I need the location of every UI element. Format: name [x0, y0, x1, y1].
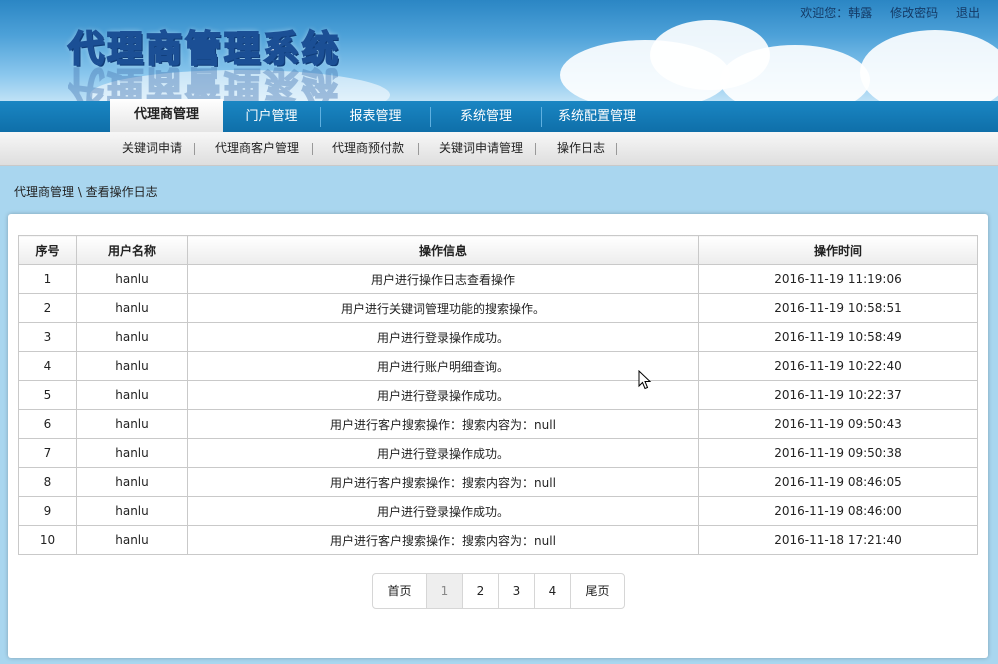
cell-time: 2016-11-19 11:19:06 — [698, 264, 978, 294]
cell-index: 7 — [18, 438, 77, 468]
cell-index: 3 — [18, 322, 77, 352]
sub-nav: 关键词申请 代理商客户管理 代理商预付款 关键词申请管理 操作日志 — [0, 132, 998, 166]
nav-tab-report-management[interactable]: 报表管理 — [321, 101, 430, 132]
table-row: 6 hanlu 用户进行客户搜索操作：搜索内容为：null 2016-11-19… — [18, 409, 978, 439]
nav-tab-system-management[interactable]: 系统管理 — [431, 101, 541, 132]
cell-index: 4 — [18, 351, 77, 381]
nav-tab-system-config[interactable]: 系统配置管理 — [542, 101, 652, 132]
table-row: 1 hanlu 用户进行操作日志查看操作 2016-11-19 11:19:06 — [18, 264, 978, 294]
cell-operation: 用户进行客户搜索操作：搜索内容为：null — [187, 525, 699, 555]
change-password-link[interactable]: 修改密码 — [890, 6, 938, 20]
pagination-page-1[interactable]: 1 — [427, 574, 463, 608]
cell-operation: 用户进行登录操作成功。 — [187, 496, 699, 526]
pagination-page-2[interactable]: 2 — [463, 574, 499, 608]
cell-index: 9 — [18, 496, 77, 526]
nav-tab-agent-management[interactable]: 代理商管理 — [110, 99, 223, 132]
cell-username: hanlu — [76, 264, 188, 294]
column-header-username: 用户名称 — [76, 235, 188, 265]
cell-username: hanlu — [76, 438, 188, 468]
cell-time: 2016-11-19 09:50:43 — [698, 409, 978, 439]
cell-index: 2 — [18, 293, 77, 323]
cell-time: 2016-11-19 10:22:37 — [698, 380, 978, 410]
cell-username: hanlu — [76, 293, 188, 323]
table-row: 9 hanlu 用户进行登录操作成功。 2016-11-19 08:46:00 — [18, 496, 978, 526]
cell-time: 2016-11-19 10:22:40 — [698, 351, 978, 381]
cell-username: hanlu — [76, 409, 188, 439]
cell-operation: 用户进行登录操作成功。 — [187, 380, 699, 410]
cell-time: 2016-11-18 17:21:40 — [698, 525, 978, 555]
subnav-divider — [418, 143, 419, 155]
cell-username: hanlu — [76, 322, 188, 352]
table-row: 3 hanlu 用户进行登录操作成功。 2016-11-19 10:58:49 — [18, 322, 978, 352]
breadcrumb: 代理商管理 \ 查看操作日志 — [14, 185, 158, 199]
cloud-decoration — [860, 30, 998, 101]
table-row: 4 hanlu 用户进行账户明细查询。 2016-11-19 10:22:40 — [18, 351, 978, 381]
user-links: 欢迎您：韩露 修改密码 退出 — [786, 4, 980, 21]
cell-username: hanlu — [76, 467, 188, 497]
operation-log-table: 序号 用户名称 操作信息 操作时间 1 hanlu 用户进行操作日志查看操作 2… — [18, 235, 978, 555]
column-header-operation: 操作信息 — [187, 235, 699, 265]
subnav-keyword-apply-management[interactable]: 关键词申请管理 — [439, 132, 523, 165]
column-header-time: 操作时间 — [698, 235, 978, 265]
subnav-divider — [535, 143, 536, 155]
content-panel: 序号 用户名称 操作信息 操作时间 1 hanlu 用户进行操作日志查看操作 2… — [8, 214, 988, 658]
subnav-agent-customers[interactable]: 代理商客户管理 — [215, 132, 299, 165]
pagination-page-4[interactable]: 4 — [535, 574, 571, 608]
cell-username: hanlu — [76, 496, 188, 526]
table-row: 7 hanlu 用户进行登录操作成功。 2016-11-19 09:50:38 — [18, 438, 978, 468]
header-banner: 代理商管理系统 代理商管理系统 欢迎您：韩露 修改密码 退出 — [0, 0, 998, 101]
cell-operation: 用户进行账户明细查询。 — [187, 351, 699, 381]
column-header-index: 序号 — [18, 235, 77, 265]
table-row: 2 hanlu 用户进行关键词管理功能的搜索操作。 2016-11-19 10:… — [18, 293, 978, 323]
subnav-divider — [194, 143, 195, 155]
welcome-text: 欢迎您：韩露 — [800, 6, 873, 20]
subnav-divider — [616, 143, 617, 155]
pagination-page-3[interactable]: 3 — [499, 574, 535, 608]
cell-operation: 用户进行登录操作成功。 — [187, 322, 699, 352]
cell-operation: 用户进行登录操作成功。 — [187, 438, 699, 468]
table-header-row: 序号 用户名称 操作信息 操作时间 — [18, 235, 978, 265]
app-logo-reflection: 代理商管理系统 — [68, 62, 342, 101]
table-row: 8 hanlu 用户进行客户搜索操作：搜索内容为：null 2016-11-19… — [18, 467, 978, 497]
subnav-agent-prepayment[interactable]: 代理商预付款 — [332, 132, 404, 165]
pagination-first-button[interactable]: 首页 — [373, 574, 427, 608]
cell-operation: 用户进行关键词管理功能的搜索操作。 — [187, 293, 699, 323]
cell-index: 6 — [18, 409, 77, 439]
cell-operation: 用户进行客户搜索操作：搜索内容为：null — [187, 467, 699, 497]
cell-operation: 用户进行客户搜索操作：搜索内容为：null — [187, 409, 699, 439]
subnav-divider — [312, 143, 313, 155]
pagination: 首页 1 2 3 4 尾页 — [372, 573, 625, 609]
subnav-keyword-apply[interactable]: 关键词申请 — [122, 132, 182, 165]
cell-time: 2016-11-19 08:46:00 — [698, 496, 978, 526]
cell-time: 2016-11-19 09:50:38 — [698, 438, 978, 468]
cell-username: hanlu — [76, 525, 188, 555]
pagination-last-button[interactable]: 尾页 — [571, 574, 624, 608]
cell-time: 2016-11-19 08:46:05 — [698, 467, 978, 497]
mouse-pointer-icon — [638, 370, 652, 390]
cell-username: hanlu — [76, 380, 188, 410]
cell-index: 5 — [18, 380, 77, 410]
cell-operation: 用户进行操作日志查看操作 — [187, 264, 699, 294]
table-row: 10 hanlu 用户进行客户搜索操作：搜索内容为：null 2016-11-1… — [18, 525, 978, 555]
table-row: 5 hanlu 用户进行登录操作成功。 2016-11-19 10:22:37 — [18, 380, 978, 410]
cell-time: 2016-11-19 10:58:49 — [698, 322, 978, 352]
logout-link[interactable]: 退出 — [956, 6, 980, 20]
cell-index: 8 — [18, 467, 77, 497]
nav-tab-portal-management[interactable]: 门户管理 — [223, 101, 320, 132]
cell-username: hanlu — [76, 351, 188, 381]
cell-index: 10 — [18, 525, 77, 555]
main-nav: 代理商管理 门户管理 报表管理 系统管理 系统配置管理 — [0, 99, 998, 132]
subnav-operation-log[interactable]: 操作日志 — [557, 132, 605, 165]
cell-index: 1 — [18, 264, 77, 294]
cell-time: 2016-11-19 10:58:51 — [698, 293, 978, 323]
